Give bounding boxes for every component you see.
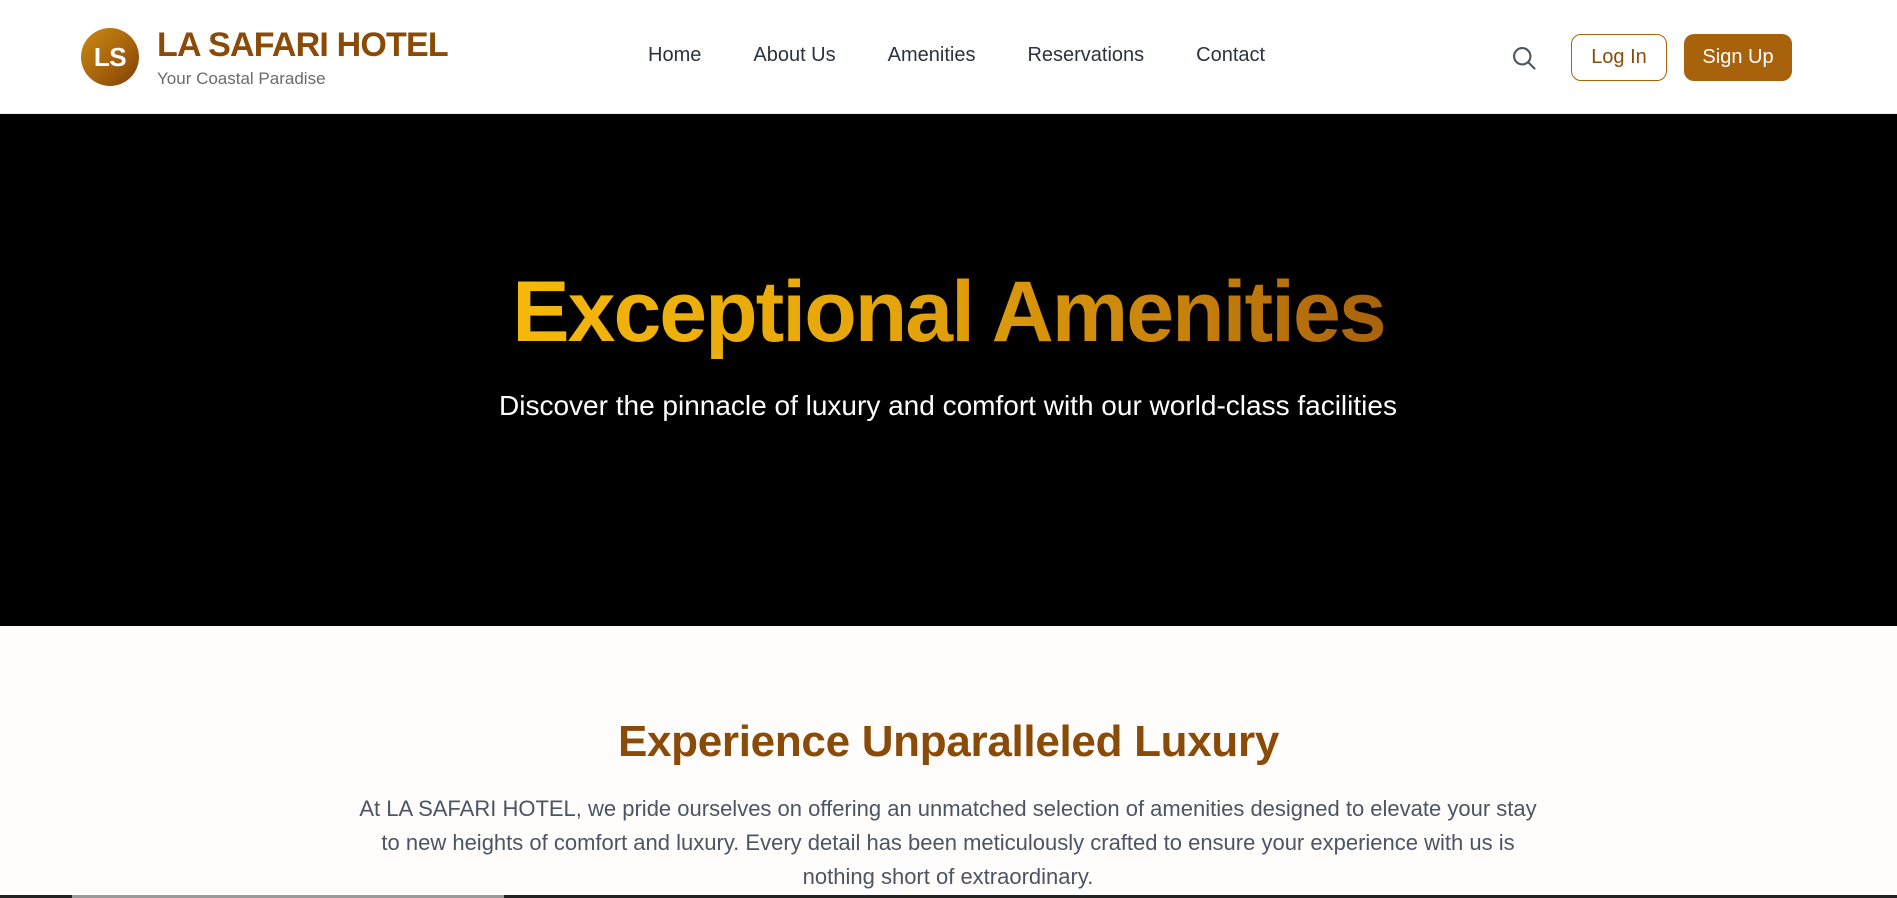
nav-reservations[interactable]: Reservations bbox=[1027, 44, 1144, 67]
intro-title: Experience Unparalleled Luxury bbox=[617, 717, 1280, 766]
signup-button[interactable]: Sign Up bbox=[1684, 34, 1792, 81]
intro-text: At LA SAFARI HOTEL, we pride ourselves o… bbox=[359, 796, 1537, 889]
logo-badge[interactable]: LS bbox=[81, 28, 139, 86]
site-header: LS LA SAFARI HOTEL Your Coastal Paradise… bbox=[0, 0, 1897, 114]
search-icon bbox=[1513, 47, 1536, 70]
nav-about-us[interactable]: About Us bbox=[753, 44, 835, 67]
nav-home[interactable]: Home bbox=[648, 44, 701, 67]
hero-title: Exceptional Amenities bbox=[0, 269, 1897, 355]
intro-section: Experience Unparalleled Luxury At LA SAF… bbox=[0, 626, 1897, 898]
hero-section: Exceptional Amenities Discover the pinna… bbox=[0, 114, 1897, 626]
brand-tagline: Your Coastal Paradise bbox=[157, 69, 326, 88]
main-nav: Home About Us Amenities Reservations Con… bbox=[648, 44, 1265, 67]
nav-contact[interactable]: Contact bbox=[1196, 44, 1265, 67]
hero-title-text: Exceptional Amenities bbox=[512, 264, 1386, 360]
hero-subtitle: Discover the pinnacle of luxury and comf… bbox=[499, 390, 1397, 421]
search-button[interactable] bbox=[1508, 42, 1540, 74]
nav-amenities[interactable]: Amenities bbox=[888, 44, 976, 67]
login-button[interactable]: Log In bbox=[1571, 34, 1667, 81]
brand-name[interactable]: LA SAFARI HOTEL bbox=[157, 26, 449, 65]
